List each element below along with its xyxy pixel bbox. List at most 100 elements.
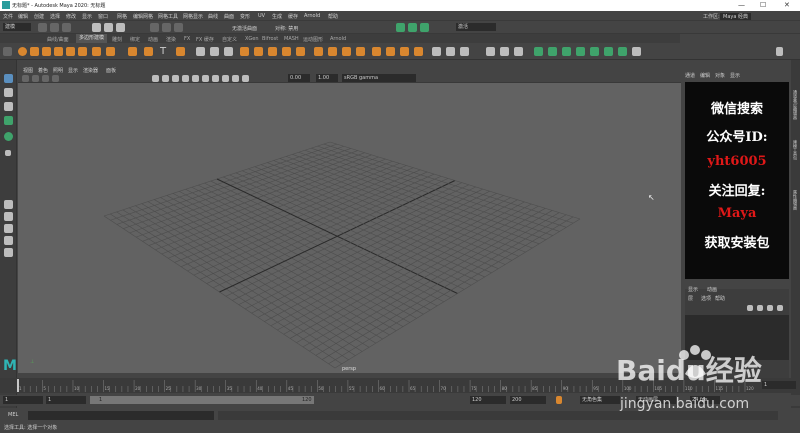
menu-curves[interactable]: 曲线 [208, 13, 218, 20]
snap-curve-icon[interactable] [162, 23, 171, 32]
side-tab-attribute-editor[interactable]: 属性编辑器 [792, 190, 798, 210]
smooth-icon[interactable] [224, 47, 233, 56]
ipr-render-icon[interactable] [408, 23, 417, 32]
textured-icon[interactable] [182, 75, 189, 82]
current-time-marker[interactable] [17, 379, 19, 392]
svg-tool-icon[interactable] [176, 47, 185, 56]
poly-disc-icon[interactable] [92, 47, 101, 56]
shelf-scroll-icon[interactable] [776, 47, 783, 56]
playback-start-field[interactable]: 1 [46, 396, 86, 404]
render-settings-icon[interactable] [420, 23, 429, 32]
select-hierarchy-icon[interactable] [92, 23, 101, 32]
cb-menu-edit[interactable]: 编辑 [700, 72, 710, 79]
side-tab-channel-box[interactable]: 通道盒/层编辑器 [792, 90, 798, 119]
single-view-icon[interactable] [4, 200, 13, 209]
four-view-icon[interactable] [4, 212, 13, 221]
tab-arnold[interactable]: Arnold [330, 36, 346, 42]
move-tool-icon[interactable] [4, 116, 13, 125]
menu-mesh[interactable]: 网格 [117, 13, 127, 20]
soften-edge-icon[interactable] [514, 47, 523, 56]
side-tab-modeling-toolkit[interactable]: 建模工具包 [792, 140, 798, 160]
freeze-transform-icon[interactable] [460, 47, 469, 56]
menu-mesh-tools[interactable]: 网格工具 [158, 13, 178, 20]
snap-grid-icon[interactable] [150, 23, 159, 32]
ambient-occlusion-icon[interactable] [212, 75, 219, 82]
spherical-map-icon[interactable] [590, 47, 599, 56]
xray-icon[interactable] [242, 75, 249, 82]
tab-xgen[interactable]: XGen [245, 36, 259, 42]
isolate-select-icon[interactable] [232, 75, 239, 82]
tab-rendering[interactable]: 渲染 [166, 36, 176, 43]
menu-arnold[interactable]: Arnold [304, 13, 320, 19]
workspace-select[interactable]: Maya 经典 [720, 13, 751, 20]
sweep-mesh-icon[interactable] [144, 47, 153, 56]
shelf-menu-icon[interactable] [3, 47, 12, 56]
tab-rigging[interactable]: 绑定 [130, 36, 140, 43]
tab-sculpting[interactable]: 雕刻 [112, 36, 122, 43]
layer-tab-display[interactable]: 显示 [688, 286, 698, 293]
anim-start-field[interactable]: 1 [3, 396, 43, 404]
vp-menu-view[interactable]: 视图 [23, 67, 33, 74]
combine-icon[interactable] [196, 47, 205, 56]
reverse-normal-icon[interactable] [486, 47, 495, 56]
maximize-button[interactable]: ☐ [760, 1, 766, 9]
menu-surfaces[interactable]: 曲面 [224, 13, 234, 20]
grid-toggle-icon[interactable] [152, 75, 159, 82]
gamma-field[interactable]: 1.00 [316, 74, 338, 82]
exposure-field[interactable]: 0.00 [288, 74, 310, 82]
contour-stretch-icon[interactable] [618, 47, 627, 56]
camera-attr-icon[interactable] [32, 75, 39, 82]
automatic-map-icon[interactable] [562, 47, 571, 56]
type-tool-icon[interactable]: T [160, 47, 169, 57]
boolean-icon[interactable] [240, 47, 249, 56]
camera-select-icon[interactable] [22, 75, 29, 82]
tab-mash[interactable]: MASH [284, 36, 299, 42]
menu-select[interactable]: 选择 [50, 13, 60, 20]
menu-windows[interactable]: 窗口 [98, 13, 108, 20]
bookmark-icon[interactable] [42, 75, 49, 82]
bevel-icon[interactable] [296, 47, 305, 56]
cb-menu-object[interactable]: 对象 [715, 72, 725, 79]
menu-edit-mesh[interactable]: 编辑网格 [133, 13, 153, 20]
center-pivot-icon[interactable] [446, 47, 455, 56]
fill-hole-icon[interactable] [314, 47, 323, 56]
camera-map-icon[interactable] [604, 47, 613, 56]
mel-input[interactable] [28, 411, 214, 420]
menu-display[interactable]: 显示 [82, 13, 92, 20]
select-object-icon[interactable] [104, 23, 113, 32]
multi-cut-icon[interactable] [400, 47, 409, 56]
tab-fx[interactable]: FX [184, 36, 190, 42]
menu-uv[interactable]: UV [258, 13, 265, 19]
triangulate-icon[interactable] [372, 47, 381, 56]
select-tool-icon[interactable] [4, 74, 13, 83]
vp-menu-lighting[interactable]: 照明 [53, 67, 63, 74]
snap-point-icon[interactable] [174, 23, 183, 32]
perspective-viewport[interactable]: persp ⊥ ↖ [18, 83, 681, 373]
separate-icon[interactable] [210, 47, 219, 56]
graph-layout-icon[interactable] [4, 248, 13, 257]
tab-bifrost[interactable]: Bifrost [262, 36, 278, 42]
layer-menu-options[interactable]: 选项 [701, 295, 711, 302]
planar-map-icon[interactable] [548, 47, 557, 56]
cb-menu-channels[interactable]: 通道 [685, 72, 695, 79]
vp-menu-shading[interactable]: 着色 [38, 67, 48, 74]
minimize-button[interactable]: — [738, 1, 745, 9]
menu-help[interactable]: 帮助 [328, 13, 338, 20]
layer-tab-anim[interactable]: 动画 [707, 286, 717, 293]
uv-shell-icon[interactable] [632, 47, 641, 56]
tab-custom[interactable]: 自定义 [222, 36, 237, 43]
auto-key-icon[interactable] [556, 396, 562, 404]
poly-cube-icon[interactable] [30, 47, 39, 56]
anim-end-field[interactable]: 200 [510, 396, 546, 404]
paint-select-icon[interactable] [4, 102, 13, 111]
vp-menu-renderer[interactable]: 渲染器 [83, 67, 98, 74]
menu-mesh-display[interactable]: 网格显示 [183, 13, 203, 20]
tab-poly-modeling[interactable]: 多边形建模 [76, 34, 108, 43]
open-scene-icon[interactable] [50, 23, 59, 32]
range-bar[interactable]: 1 120 [90, 396, 314, 404]
layout-icon[interactable] [4, 224, 13, 233]
menu-file[interactable]: 文件 [3, 13, 13, 20]
menu-create[interactable]: 创建 [34, 13, 44, 20]
insert-edge-loop-icon[interactable] [414, 47, 423, 56]
select-component-icon[interactable] [116, 23, 125, 32]
